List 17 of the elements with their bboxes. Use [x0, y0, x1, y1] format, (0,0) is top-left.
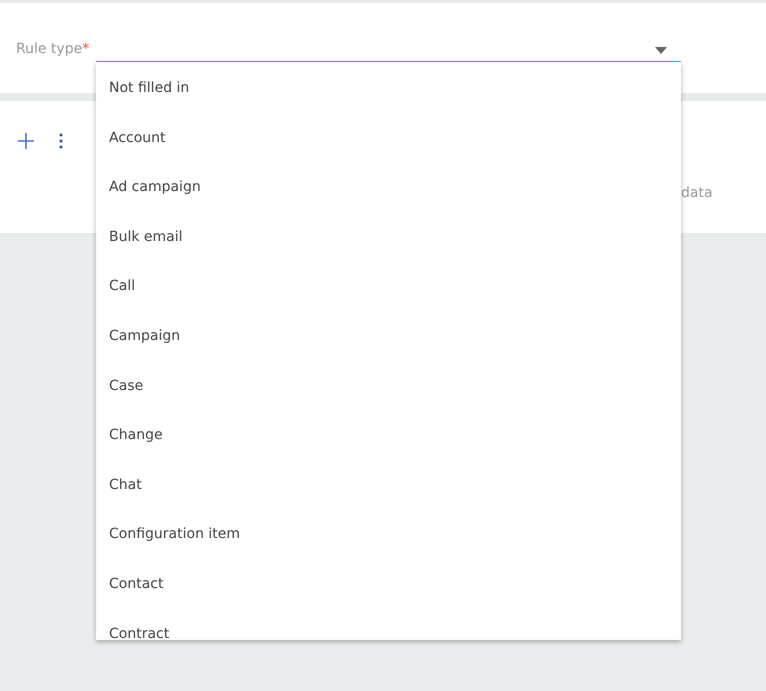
dropdown-option[interactable]: Not filled in — [96, 64, 681, 114]
dropdown-option[interactable]: Contract — [96, 610, 681, 640]
dropdown-option[interactable]: Campaign — [96, 312, 681, 362]
caret-icon — [655, 46, 667, 54]
add-icon[interactable] — [17, 132, 35, 150]
dropdown-option[interactable]: Bulk email — [96, 212, 681, 262]
field-label: Rule type* — [15, 40, 90, 59]
dropdown-option[interactable]: Change — [96, 411, 681, 461]
dropdown-option[interactable]: Chat — [96, 460, 681, 510]
dropdown-option[interactable]: Account — [96, 114, 681, 164]
no-data-text: data — [681, 185, 713, 201]
dropdown-option[interactable]: Configuration item — [96, 510, 681, 560]
dropdown-option[interactable]: Call — [96, 262, 681, 312]
dropdown-option[interactable]: Ad campaign — [96, 163, 681, 213]
dropdown-option[interactable]: Contact — [96, 560, 681, 610]
more-icon[interactable] — [59, 133, 63, 149]
dropdown-option[interactable]: Case — [96, 362, 681, 412]
